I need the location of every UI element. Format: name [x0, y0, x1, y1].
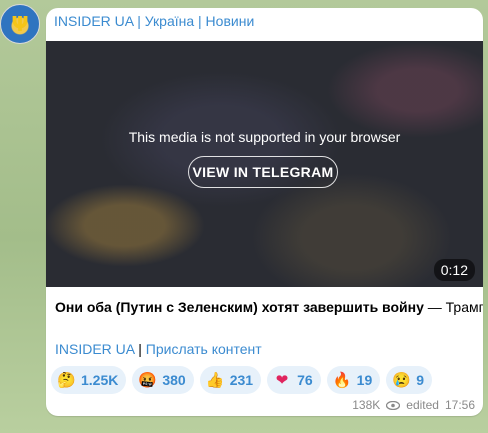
crying-face-icon: 😢 — [392, 371, 411, 389]
reaction-thinking[interactable]: 🤔 1.25K — [51, 366, 127, 394]
fire-icon: 🔥 — [332, 371, 352, 389]
post-text: Они оба (Путин с Зеленским) хотят заверш… — [55, 299, 483, 315]
reaction-crying[interactable]: 😢 9 — [386, 366, 433, 394]
thumbs-up-icon: 👍 — [205, 371, 225, 389]
link-separator: | — [134, 341, 146, 357]
reaction-count: 231 — [229, 372, 254, 388]
reaction-thumbs-up[interactable]: 👍 231 — [199, 366, 262, 394]
ukraine-trident-icon: Ψ — [11, 12, 29, 36]
post-links: INSIDER UA | Прислать контент — [55, 341, 262, 357]
reaction-count: 76 — [297, 372, 313, 388]
message-meta: 138K edited 17:56 — [352, 398, 475, 412]
unsupported-media-message: This media is not supported in your brow… — [128, 129, 401, 145]
reactions-bar: 🤔 1.25K 🤬 380 👍 231 ❤ 76 🔥 19 😢 9 — [51, 366, 433, 394]
message-bubble: INSIDER UA | Україна | Новини This media… — [46, 8, 483, 416]
reaction-count: 1.25K — [81, 372, 119, 388]
edited-label: edited — [406, 398, 439, 412]
message-time: 17:56 — [444, 398, 475, 412]
submit-content-link[interactable]: Прислать контент — [146, 341, 262, 357]
reaction-angry[interactable]: 🤬 380 — [132, 366, 194, 394]
reaction-fire[interactable]: 🔥 19 — [326, 366, 381, 394]
video-preview[interactable]: This media is not supported in your brow… — [46, 41, 483, 287]
thinking-face-icon: 🤔 — [57, 371, 76, 389]
post-attribution: — Трамп — [423, 299, 483, 315]
view-count: 138K — [352, 398, 381, 412]
video-duration: 0:12 — [433, 259, 475, 281]
angry-face-icon: 🤬 — [138, 371, 158, 389]
channel-avatar[interactable]: Ψ — [0, 4, 40, 44]
reaction-count: 380 — [162, 372, 186, 388]
post-headline: Они оба (Путин с Зеленским) хотят заверш… — [55, 299, 424, 315]
channel-link[interactable]: INSIDER UA — [55, 341, 134, 357]
view-in-telegram-button[interactable]: VIEW IN TELEGRAM — [188, 156, 338, 188]
reaction-count: 9 — [416, 372, 425, 388]
red-heart-icon: ❤ — [275, 371, 289, 389]
reaction-heart[interactable]: ❤ 76 — [267, 366, 321, 394]
eye-icon — [386, 400, 401, 410]
channel-name[interactable]: INSIDER UA | Україна | Новини — [54, 13, 254, 29]
reaction-count: 19 — [356, 372, 373, 388]
